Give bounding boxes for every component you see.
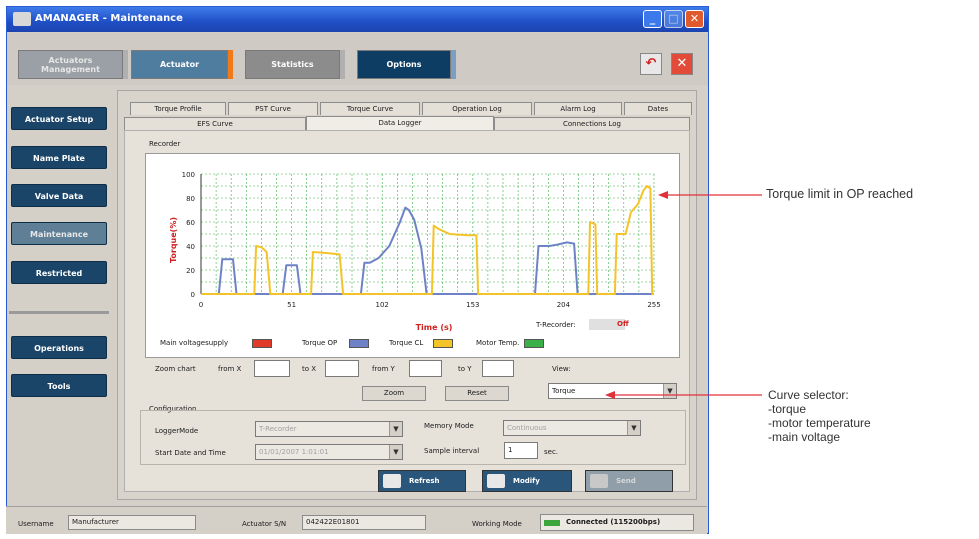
curve-selector-item-motor-temperature: -motor temperature — [768, 416, 871, 430]
annotation-arrows — [605, 191, 762, 399]
torque-limit-annotation: Torque limit in OP reached — [766, 187, 914, 201]
curve-selector-item-torque: -torque — [768, 402, 807, 416]
curve-selector-title: Curve selector: — [768, 388, 849, 402]
curve-selector-item-main-voltage: -main voltage — [768, 430, 841, 444]
curve-selector-annotation: Curve selector: -torque -motor temperatu… — [768, 388, 871, 444]
